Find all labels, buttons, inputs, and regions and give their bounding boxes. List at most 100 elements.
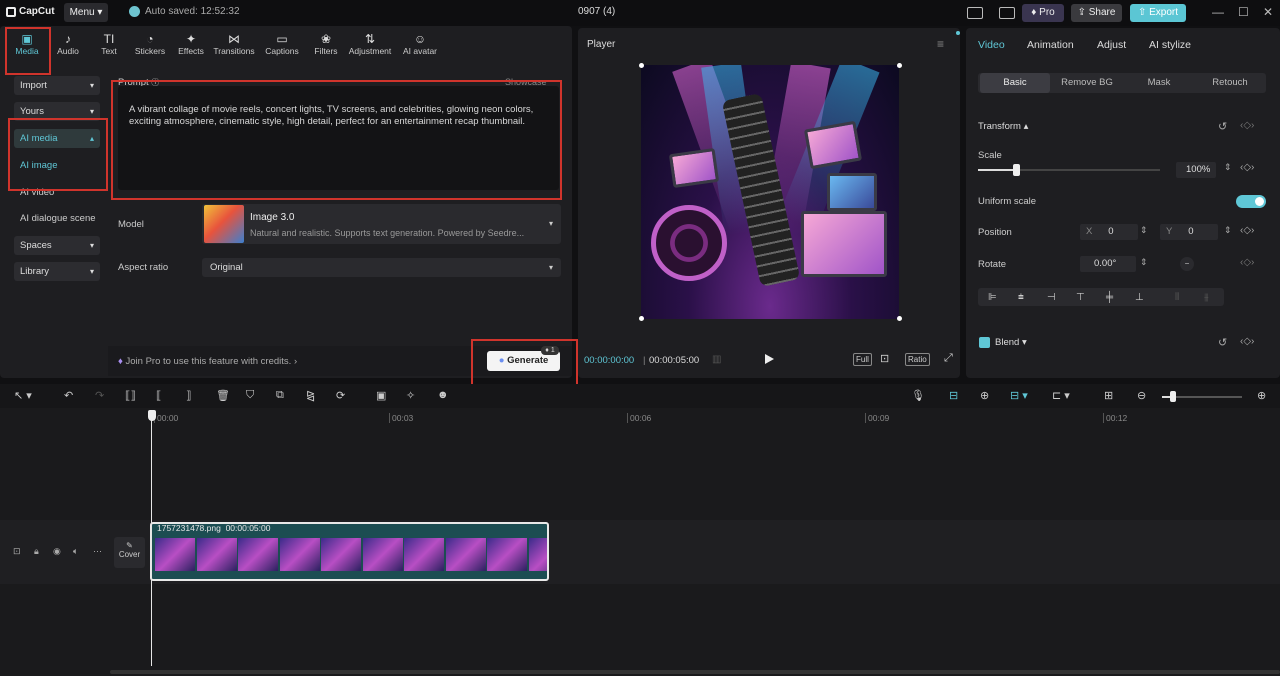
resize-handle[interactable] — [639, 63, 644, 68]
tab-animation[interactable]: Animation — [1027, 39, 1074, 51]
tab-ai-avatar[interactable]: ☺ AI avatar — [398, 32, 442, 56]
blend-checkbox[interactable] — [979, 337, 990, 348]
fullscreen-icon[interactable]: ⤢ — [944, 352, 953, 365]
join-pro-link[interactable]: ♦ Join Pro to use this feature with cred… — [118, 356, 297, 367]
tab-stickers[interactable]: ◔ Stickers — [128, 32, 172, 56]
export-button[interactable]: ⇧ Export — [1130, 4, 1186, 22]
chevron-down-icon[interactable]: ▾ — [549, 263, 553, 272]
library-button[interactable]: Library ▾ — [14, 262, 100, 281]
tab-filters[interactable]: ❀ Filters — [304, 32, 348, 56]
zoom-out-icon[interactable]: ⊖ — [1137, 389, 1146, 402]
split-right-icon[interactable]: ⟧ — [186, 389, 191, 402]
position-y-input[interactable]: Y 0 — [1160, 224, 1218, 240]
snap-icon[interactable]: ⊕ — [980, 389, 989, 402]
align-top-icon[interactable]: ⊤ — [1076, 292, 1085, 303]
split-left-icon[interactable]: ⟦ — [156, 389, 161, 402]
shield-icon[interactable]: ⛉ — [246, 389, 254, 402]
model-select[interactable] — [202, 204, 561, 244]
volume-icon[interactable]: 🔈︎ — [73, 546, 78, 557]
fit-icon[interactable]: ⊞ — [1104, 389, 1113, 402]
link-icon[interactable]: ⊟ ▾ — [1010, 389, 1028, 402]
delete-icon[interactable]: 🗑 — [216, 389, 230, 402]
preview-canvas[interactable] — [641, 65, 899, 319]
rotate-dial-icon[interactable]: − — [1180, 257, 1194, 271]
tab-adjust[interactable]: Adjust — [1097, 39, 1126, 51]
layout-icon[interactable] — [967, 7, 983, 19]
preview-axis-icon[interactable]: ⊏ ▾ — [1052, 389, 1070, 402]
player-menu-icon[interactable]: ≡ — [937, 37, 944, 51]
keyframe-icon[interactable]: ‹◇› — [1240, 225, 1254, 236]
timeline-scrollbar[interactable] — [110, 670, 1280, 674]
timecode-icon[interactable]: ▥ — [712, 354, 721, 365]
zoom-in-icon[interactable]: ⊕ — [1257, 389, 1266, 402]
tab-audio[interactable]: ♪ Audio — [46, 32, 90, 56]
person-icon[interactable]: ☻ — [437, 389, 449, 401]
reset-icon[interactable]: ↺ — [1218, 336, 1227, 349]
scale-slider-handle[interactable] — [1013, 164, 1020, 176]
maximize-icon[interactable]: ☐ — [1238, 5, 1249, 19]
more-icon[interactable]: ⋯ — [93, 546, 102, 557]
lock-icon[interactable]: 🔒︎ — [34, 546, 39, 557]
subtab-remove-bg[interactable]: Remove BG — [1052, 73, 1122, 93]
scale-value[interactable]: 100% — [1176, 162, 1216, 178]
uniform-scale-toggle[interactable] — [1236, 195, 1266, 208]
chevron-down-icon[interactable]: ▾ — [549, 219, 553, 228]
keyframe-icon[interactable]: ‹◇› — [1240, 120, 1254, 131]
keyframe-icon[interactable]: ‹◇› — [1240, 257, 1254, 268]
main-track-icon[interactable]: ⊟ — [949, 389, 958, 402]
stepper-icon[interactable]: ⇕ — [1224, 225, 1232, 236]
track-display-icon[interactable]: ⊡ — [13, 546, 21, 557]
tab-effects[interactable]: ✦ Effects — [169, 32, 213, 56]
undo-icon[interactable]: ↶ — [64, 389, 73, 402]
playhead-handle[interactable] — [148, 410, 156, 421]
tab-adjustment[interactable]: ⇅ Adjustment — [348, 32, 392, 56]
hd-icon[interactable]: ▣ — [376, 389, 386, 402]
stepper-icon[interactable]: ⇕ — [1140, 225, 1148, 236]
subtab-mask[interactable]: Mask — [1124, 73, 1194, 93]
align-left-icon[interactable]: ⊫ — [988, 292, 997, 303]
blend-label[interactable]: Blend ▾ — [995, 337, 1027, 348]
subtab-retouch[interactable]: Retouch — [1196, 73, 1264, 93]
subtab-basic[interactable]: Basic — [980, 73, 1050, 93]
spaces-button[interactable]: Spaces ▾ — [14, 236, 100, 255]
stepper-icon[interactable]: ⇕ — [1224, 162, 1232, 173]
align-center-icon[interactable]: ⩧ — [1018, 292, 1024, 303]
split-icon[interactable]: ⟦⟧ — [125, 389, 136, 402]
tab-transitions[interactable]: ⋈ Transitions — [212, 32, 256, 56]
full-button[interactable]: Full — [853, 353, 872, 366]
resize-handle[interactable] — [897, 63, 902, 68]
keyframe-icon[interactable]: ‹◇› — [1240, 162, 1254, 173]
close-icon[interactable]: ✕ — [1263, 5, 1273, 19]
pro-button[interactable]: ♦ Pro — [1022, 4, 1064, 22]
crop-icon[interactable]: ⧉ — [276, 389, 284, 402]
eye-icon[interactable]: ◉ — [53, 546, 61, 557]
keyframe-icon[interactable]: ‹◇› — [1240, 336, 1254, 347]
tab-text[interactable]: TI Text — [87, 32, 131, 56]
magic-icon[interactable]: ✧ — [406, 389, 415, 402]
minimize-icon[interactable]: — — [1212, 5, 1224, 19]
align-middle-icon[interactable]: ╪ — [1106, 292, 1113, 303]
ratio-button[interactable]: Ratio — [905, 353, 930, 366]
import-button[interactable]: Import ▾ — [14, 76, 100, 95]
ai-dialogue-item[interactable]: AI dialogue scene — [20, 213, 96, 224]
menu-button[interactable]: Menu ▾ — [64, 3, 108, 22]
cover-button[interactable]: ✎ Cover — [114, 537, 145, 568]
mirror-icon[interactable]: ⧎ — [306, 389, 315, 402]
resize-handle[interactable] — [897, 316, 902, 321]
playhead[interactable] — [151, 411, 152, 666]
rotate-icon[interactable]: ⟳ — [336, 389, 345, 402]
share-button[interactable]: ⇪ Share — [1071, 4, 1122, 22]
tab-captions[interactable]: ▭ Captions — [260, 32, 304, 56]
zoom-fit-icon[interactable]: ⊡ — [880, 352, 889, 365]
transform-label[interactable]: Transform ▴ — [978, 121, 1028, 132]
rotate-input[interactable]: 0.00° — [1080, 256, 1136, 272]
microphone-icon[interactable]: 🎙 — [911, 389, 925, 402]
tab-ai-stylize[interactable]: AI stylize — [1149, 39, 1191, 51]
tab-video[interactable]: Video — [978, 39, 1005, 51]
aspect-select[interactable]: Original — [202, 258, 561, 277]
resize-handle[interactable] — [639, 316, 644, 321]
align-right-icon[interactable]: ⊣ — [1047, 292, 1056, 303]
position-x-input[interactable]: X 0 — [1080, 224, 1138, 240]
align-bottom-icon[interactable]: ⊥ — [1135, 292, 1144, 303]
reset-icon[interactable]: ↺ — [1218, 120, 1227, 133]
